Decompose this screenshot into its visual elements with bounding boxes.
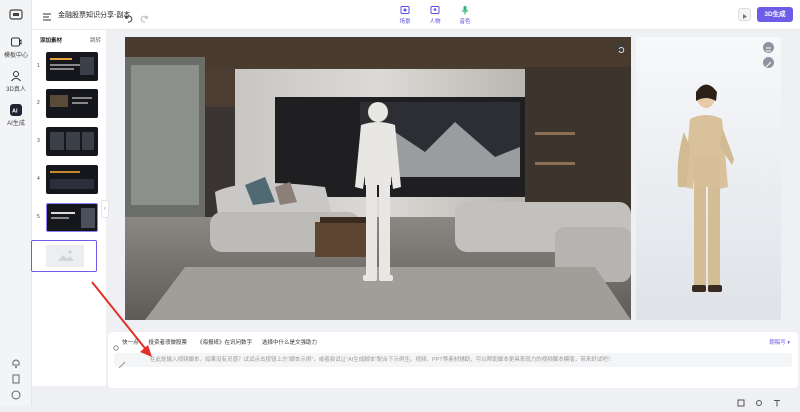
annotation-arrow: [91, 281, 152, 357]
